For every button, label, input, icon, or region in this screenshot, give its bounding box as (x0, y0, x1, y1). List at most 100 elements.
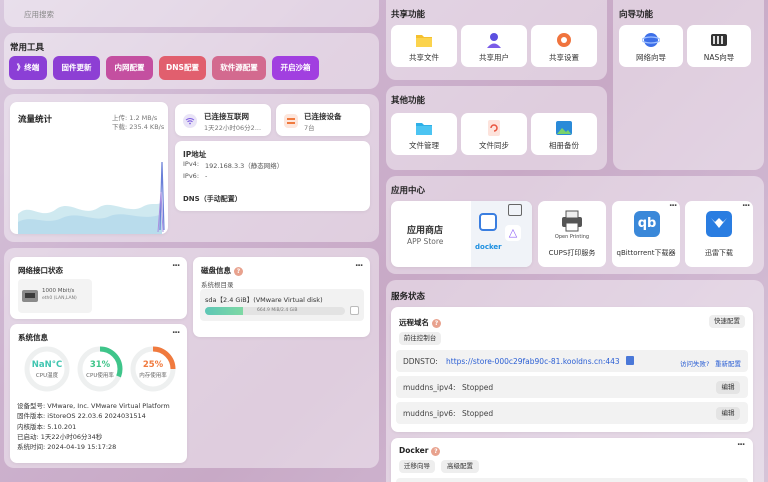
search-bar[interactable]: 应用搜索 (4, 0, 379, 27)
terminal-button[interactable]: 》终端 (9, 56, 47, 80)
sysinfo-row: 固件版本: iStoreOS 22.03.6 2024031514 (17, 412, 146, 421)
disk-menu-icon[interactable] (350, 306, 359, 315)
internet-status-card[interactable]: 已连接互联网 1天22小时06分2... (175, 104, 271, 136)
other-title: 其他功能 (391, 96, 426, 106)
network-more-button[interactable]: ... (172, 259, 180, 269)
disk-usage-fill (205, 307, 243, 315)
copy-icon[interactable] (626, 356, 634, 365)
software-source-button[interactable]: 软件源配置 (212, 56, 266, 80)
ethernet-port-icon (22, 290, 38, 302)
share-files-tile[interactable]: 共享文件 (391, 25, 457, 67)
network-card: 网络接口状态 ... 1000 Mbit/s eth0 (LAN,LAN) (10, 257, 187, 319)
docker-row (396, 478, 748, 482)
muddns-ipv6-status: Stopped (462, 409, 494, 418)
port-speed: 1000 Mbit/s (42, 288, 75, 294)
network-wizard-label: 网络向导 (636, 53, 666, 62)
qbittorrent-more-button[interactable]: ... (669, 199, 677, 209)
disk-more-button[interactable]: ... (355, 259, 363, 269)
share-users-label: 共享用户 (479, 53, 509, 62)
port-name: eth0 (LAN,LAN) (42, 296, 77, 301)
dns-config-button[interactable]: DNS配置 (159, 56, 206, 80)
share-title: 共享功能 (391, 10, 426, 20)
nas-wizard-label: NAS向导 (703, 53, 735, 62)
sysinfo-more-button[interactable]: ... (172, 326, 180, 336)
wifi-icon (183, 114, 197, 128)
sysinfo-row: 内核版本: 5.10.201 (17, 422, 77, 431)
network-title: 网络接口状态 (18, 266, 63, 275)
muddns-ipv4-status: Stopped (462, 383, 494, 392)
search-placeholder: 应用搜索 (24, 10, 54, 19)
share-settings-tile[interactable]: 共享设置 (531, 25, 597, 67)
internet-uptime: 1天22小时06分2... (204, 124, 262, 132)
docker-icon: docker (475, 243, 502, 251)
muddns-ipv4-label: muddns_ipv4: (403, 383, 456, 392)
ddnsto-label: DDNSTO: (403, 357, 438, 366)
tools-title: 常用工具 (10, 43, 45, 53)
cups-tile[interactable]: Open Printing CUPS打印服务 (538, 201, 606, 267)
nas-wizard-tile[interactable]: NAS向导 (687, 25, 751, 67)
photo-backup-tile[interactable]: 相册备份 (531, 113, 597, 155)
muddns-ipv6-label: muddns_ipv6: (403, 409, 456, 418)
firmware-update-button[interactable]: 固件更新 (53, 56, 100, 80)
ipv6-value: - (205, 172, 208, 180)
advanced-config-button[interactable]: 高级配置 (441, 460, 479, 473)
ip-card: IP地址 IPv4: 192.168.3.3（静态网络） IPv6: - DNS… (175, 141, 370, 211)
ipv4-value: 192.168.3.3（静态网络） (205, 162, 284, 170)
sysinfo-card: 系统信息 ... NaN°C CPU温度 31% CPU使用率 25% 内存使用… (10, 324, 187, 463)
traffic-card: 流量统计 上传: 1.2 MB/s 下载: 235.4 KB/s (10, 102, 168, 234)
share-settings-label: 共享设置 (549, 53, 579, 62)
sysinfo-row: 已启动: 1天22小时06分34秒 (17, 432, 103, 441)
bird-icon (706, 211, 732, 237)
help-icon[interactable]: ? (431, 446, 441, 456)
migration-wizard-button[interactable]: 迁移向导 (399, 460, 435, 473)
ddnsto-row: DDNSTO: https://store-000c29fab90c-81.ko… (396, 350, 748, 372)
memory-usage-label: 内存使用率 (139, 373, 167, 379)
muddns-ipv4-edit-button[interactable]: 编辑 (716, 381, 740, 394)
disk-usage-text: 664.9 MiB/2.4 GiB (257, 308, 298, 313)
printer-icon (562, 210, 582, 232)
photo-backup-label: 相册备份 (549, 141, 579, 150)
docker-more-button[interactable]: ... (737, 438, 745, 448)
disk-item[interactable]: sda【2.4 GiB】(VMware Virtual disk) 664.9 … (200, 289, 364, 321)
file-manager-tile[interactable]: 文件管理 (391, 113, 457, 155)
lan-config-button[interactable]: 内网配置 (106, 56, 153, 80)
qbittorrent-tile[interactable]: qb ... qBittorrent下载器 (612, 199, 680, 267)
cpu-temp-label: CPU温度 (35, 373, 59, 379)
devices-card[interactable]: 已连接设备 7台 (276, 104, 370, 136)
console-button[interactable]: 前往控制台 (399, 332, 441, 345)
quick-config-button[interactable]: 快速配置 (709, 315, 745, 328)
help-icon[interactable]: ? (432, 318, 441, 328)
sysinfo-rows: 设备型号: VMware, Inc. VMware Virtual Platfo… (17, 401, 170, 452)
user-icon (487, 33, 501, 48)
share-users-tile[interactable]: 共享用户 (461, 25, 527, 67)
ddnsto-url[interactable]: https://store-000c29fab90c-81.kooldns.cn… (446, 357, 620, 366)
devices-count: 7台 (304, 124, 315, 132)
box-icon (508, 204, 522, 216)
docker-title: Docker? (399, 446, 441, 456)
sysinfo-title: 系统信息 (18, 333, 48, 342)
sync-icon (488, 120, 500, 136)
ip-title: IP地址 (183, 150, 207, 159)
thunder-tile[interactable]: ... 迅雷下载 (685, 199, 753, 267)
share-files-label: 共享文件 (409, 53, 439, 62)
help-icon[interactable]: ? (234, 266, 243, 276)
disk-usage-bar: 664.9 MiB/2.4 GiB (205, 307, 345, 315)
network-wizard-tile[interactable]: 网络向导 (619, 25, 683, 67)
sandbox-button[interactable]: 开启沙箱 (272, 56, 319, 80)
ipv4-label: IPv4: (183, 160, 200, 168)
disk-name: sda【2.4 GiB】(VMware Virtual disk) (205, 296, 323, 304)
qbittorrent-icon: qb (634, 211, 660, 237)
file-manager-label: 文件管理 (409, 141, 439, 150)
access-failed-text: 访问失败? (680, 360, 710, 368)
sysinfo-row: 系统时间: 2024-04-19 15:17:28 (17, 443, 117, 452)
remote-domain-title: 远程域名? (399, 317, 441, 328)
file-sync-tile[interactable]: 文件同步 (461, 113, 527, 155)
network-port[interactable]: 1000 Mbit/s eth0 (LAN,LAN) (18, 279, 92, 313)
thunder-more-button[interactable]: ... (742, 199, 750, 209)
cpu-usage-gauge: 31% CPU使用率 (77, 346, 123, 392)
reconfigure-link[interactable]: 重新配置 (715, 358, 741, 368)
gear-icon (557, 33, 571, 47)
muddns-ipv6-edit-button[interactable]: 编辑 (716, 407, 740, 420)
cpu-usage-value: 31% (89, 360, 111, 370)
app-store-card[interactable]: 应用商店 APP Store △ docker (391, 201, 532, 267)
